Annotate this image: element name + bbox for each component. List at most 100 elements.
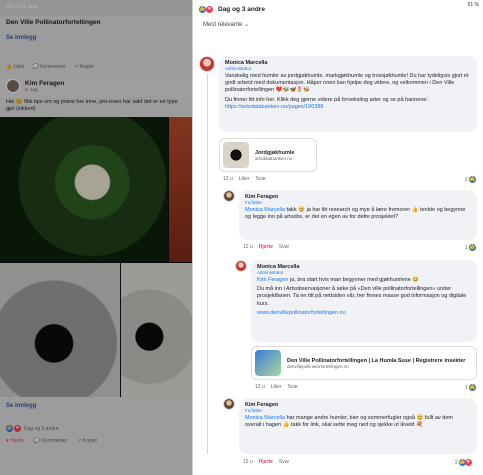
comment-reaction-count[interactable]: 2 👍 ♥ — [455, 459, 472, 466]
copy-action-bottom[interactable]: ↗ Kopier — [77, 438, 97, 444]
status-time: 09:17 23. aug. — [6, 4, 38, 10]
heart-comment-button[interactable]: Hjerte — [259, 244, 273, 250]
comment-bubble: Kim Feragen Forfatter Monica Marcella ha… — [239, 398, 477, 454]
comment-time: 12 u — [223, 176, 233, 182]
comment-action[interactable]: 💬 Kommenter — [32, 64, 65, 70]
love-reaction-icon: ♥ — [14, 425, 21, 432]
see-post-link-bottom[interactable]: Se innlegg — [0, 397, 192, 423]
comment-meta: 12 u Hjerte Svar — [243, 459, 289, 465]
photo-red-side[interactable] — [169, 117, 192, 262]
comment-meta: 12 u Liker Svar — [223, 176, 266, 182]
like-reaction-icon: 👍 — [468, 384, 476, 391]
count-value: 2 — [465, 176, 468, 183]
reactions-summary[interactable]: 👍 ♥ Dag og 3 andre — [199, 5, 265, 13]
reply-button[interactable]: Svar — [279, 244, 289, 250]
post-reactions[interactable]: 👍 ♥ Dag og 3 andre — [0, 423, 192, 434]
preview-title: Jordgjøkhumle — [255, 149, 295, 156]
preview-thumbnail — [223, 142, 249, 168]
avatar[interactable] — [223, 190, 235, 202]
background-feed: 09:17 23. aug. Den Ville Pollinatorforte… — [0, 0, 192, 475]
comment-link[interactable]: https://artsdatabanken.no/pages/190388 — [225, 104, 323, 110]
photo-grid — [0, 117, 192, 397]
avatar[interactable] — [199, 56, 215, 72]
like-comment-button[interactable]: Liker — [271, 384, 282, 390]
reactions-count-label: Dag og 3 andre — [218, 5, 265, 13]
comment-reaction-count[interactable]: 2 👍 — [465, 176, 476, 183]
status-bar: 09:17 23. aug. — [0, 0, 192, 16]
copy-action[interactable]: ↗ Kopier — [74, 64, 94, 70]
link-preview[interactable]: Jordgjøkhumle artsdatabanken.no — [219, 138, 317, 172]
mention-link[interactable]: Monica Marcella — [245, 415, 285, 421]
count-value: 2 — [455, 459, 458, 466]
comment-meta: 12 u Liker Svar — [255, 384, 298, 390]
comment-bubble: Monica Marcella Administrator Kim Ferage… — [251, 260, 477, 342]
comment-label-bottom: Kommenter — [41, 438, 68, 444]
photo-bee-flowers[interactable] — [0, 117, 168, 262]
preview-url: artsdatabanken.no — [255, 155, 293, 161]
comment-bubble: Kim Feragen Forfatter Monica Marcella ta… — [239, 190, 477, 240]
comment-role: Administrator — [257, 270, 284, 275]
like-label: Liker — [13, 64, 25, 70]
comment-label: Kommenter — [40, 64, 66, 70]
comment-reaction-count[interactable]: 1 👍 — [465, 244, 476, 251]
post-text: Hei 😊 fikk tips om og prøve her inne, pr… — [6, 99, 178, 112]
comment-role: Forfatter — [245, 200, 263, 205]
reactions-label: Dag og 3 andre — [24, 425, 59, 432]
sort-dropdown[interactable]: Mest relevante ⌄ — [193, 18, 483, 34]
preview-url: denvillepollinatorfortellingen.no — [287, 363, 349, 369]
heart-comment-button[interactable]: Hjerte — [259, 459, 273, 465]
mention-link[interactable]: Monica Marcella — [245, 207, 285, 213]
like-reaction-icon: 👍 — [6, 425, 13, 432]
post-date: 2. aug. · — [25, 87, 42, 92]
mention-link[interactable]: Kim Feragen — [257, 277, 289, 283]
love-reaction-icon: ♥ — [206, 5, 213, 13]
heart-action[interactable]: ♥ Hjerte — [6, 438, 24, 444]
photo-bee-side[interactable] — [121, 263, 192, 397]
group-title: Den Ville Pollinatorfortellingen — [6, 19, 101, 26]
reply-button[interactable]: Svar — [279, 459, 289, 465]
love-reaction-icon: ♥ — [464, 459, 472, 466]
post-header: Kim Feragen 2. aug. · — [0, 75, 192, 97]
comment-link[interactable]: www.denvillepollinatorfortellingen.no — [257, 310, 471, 317]
avatar[interactable] — [235, 260, 247, 272]
reactions-header[interactable]: 👍 ♥ Dag og 3 andre — [193, 0, 483, 18]
avatar[interactable] — [223, 398, 235, 410]
heart-label: Hjerte — [10, 438, 24, 444]
reply-button[interactable]: Svar — [288, 384, 298, 390]
count-value: 1 — [465, 384, 468, 391]
see-post-link-top[interactable]: Se innlegg — [0, 29, 192, 59]
author-avatar[interactable] — [6, 79, 20, 93]
copy-label-bottom: Kopier — [82, 438, 98, 444]
post-actions-bottom: ♥ Hjerte 💬 Kommenter ↗ Kopier — [0, 434, 192, 448]
comment-action-bottom[interactable]: 💬 Kommenter — [34, 438, 67, 444]
comment-time: 12 u — [243, 244, 253, 250]
comment-time: 12 u — [255, 384, 265, 390]
comment-time: 12 u — [243, 459, 253, 465]
like-action[interactable]: 👍 Liker — [6, 64, 24, 70]
comment-text: Du må inn i Artsobservasjoner å søke på … — [257, 286, 467, 307]
comment-text-part: Du finner litt info her. Klikk deg gjern… — [225, 96, 429, 103]
comment-text: Vanskelig med humler av jordgjøkhumle, m… — [225, 73, 469, 94]
post-author[interactable]: Kim Feragen — [25, 80, 64, 87]
comments-panel: 51 % 👍 ♥ Dag og 3 andre Mest relevante ⌄… — [192, 0, 483, 475]
thread-line — [207, 74, 208, 454]
like-comment-button[interactable]: Liker — [239, 176, 250, 182]
comment-text: Kim Feragen ja, bra start hvis man begyn… — [257, 277, 471, 284]
count-value: 1 — [465, 244, 468, 251]
reply-button[interactable]: Svar — [256, 176, 266, 182]
comment-role: Administrator — [225, 66, 252, 71]
post-actions: 👍 Liker 💬 Kommenter ↗ Kopier — [0, 59, 192, 75]
preview-title: Den Ville Pollinatorfortellingen | La Hu… — [287, 357, 466, 364]
comment-reaction-count[interactable]: 1 👍 — [465, 384, 476, 391]
comment-text: Du finner litt info her. Klikk deg gjern… — [225, 97, 471, 111]
link-preview[interactable]: Den Ville Pollinatorfortellingen | La Hu… — [251, 346, 477, 380]
like-reaction-icon: 👍 — [468, 244, 476, 251]
preview-thumbnail — [255, 350, 281, 376]
battery-status: 51 % — [467, 2, 479, 8]
comment-text: Monica Marcella takk 😊 ja har litt resea… — [245, 207, 471, 221]
like-reaction-icon: 👍 — [199, 5, 206, 13]
comment-role: Forfatter — [245, 408, 263, 413]
like-reaction-icon: 👍 — [468, 176, 476, 183]
copy-label: Kopier — [79, 64, 94, 70]
photo-bee-closeup[interactable] — [0, 263, 120, 397]
